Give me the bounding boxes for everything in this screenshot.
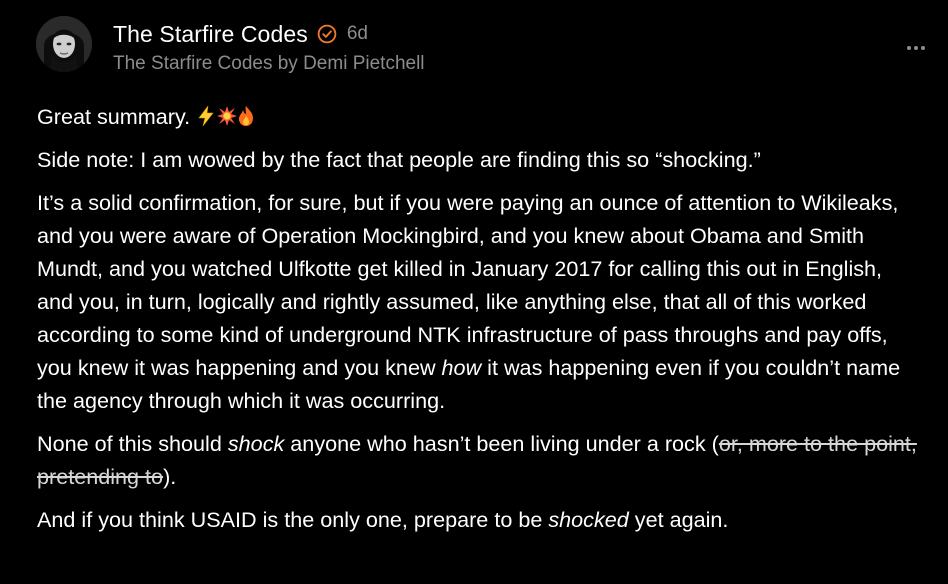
author-line: The Starfire Codes 6d <box>113 20 368 48</box>
emphasis-text: shocked <box>548 507 629 532</box>
lightning-emoji <box>196 103 216 127</box>
emphasis-text: shock <box>227 431 285 456</box>
emphasis-text: how <box>441 355 482 380</box>
comment-paragraph: It’s a solid confirmation, for sure, but… <box>37 186 917 417</box>
avatar[interactable] <box>36 16 92 72</box>
comment-paragraph: None of this should shock anyone who has… <box>37 427 917 493</box>
publication-name[interactable]: The Starfire Codes by Demi Pietchell <box>113 53 425 75</box>
more-options-button[interactable] <box>902 40 930 56</box>
comment-paragraph: Side note: I am wowed by the fact that p… <box>37 147 761 172</box>
comment-body: Great summary. Side note: I am wowed by … <box>37 100 917 546</box>
comment-text: And if you think USAID is the only one, … <box>37 507 549 532</box>
comment-text: None of this should <box>37 431 228 456</box>
more-horizontal-icon <box>907 46 911 50</box>
comment-text: Great summary. <box>37 104 191 129</box>
author-name[interactable]: The Starfire Codes <box>113 21 308 48</box>
more-horizontal-icon-dot <box>921 46 925 50</box>
more-horizontal-icon-dot <box>914 46 918 50</box>
fire-emoji <box>236 103 256 126</box>
comment-text: It’s a solid confirmation, for sure, but… <box>37 190 899 380</box>
timestamp[interactable]: 6d <box>347 23 368 45</box>
comment-text: yet again. <box>628 507 729 532</box>
verified-check-icon <box>317 24 337 44</box>
collision-emoji <box>216 103 238 126</box>
comment-text: ). <box>163 464 177 489</box>
comment-paragraph: And if you think USAID is the only one, … <box>37 503 917 536</box>
comment-text: anyone who hasn’t been living under a ro… <box>284 431 719 456</box>
comment-header: The Starfire Codes 6d The Starfire Codes… <box>36 14 926 78</box>
comment-paragraph: Great summary. <box>37 100 917 133</box>
